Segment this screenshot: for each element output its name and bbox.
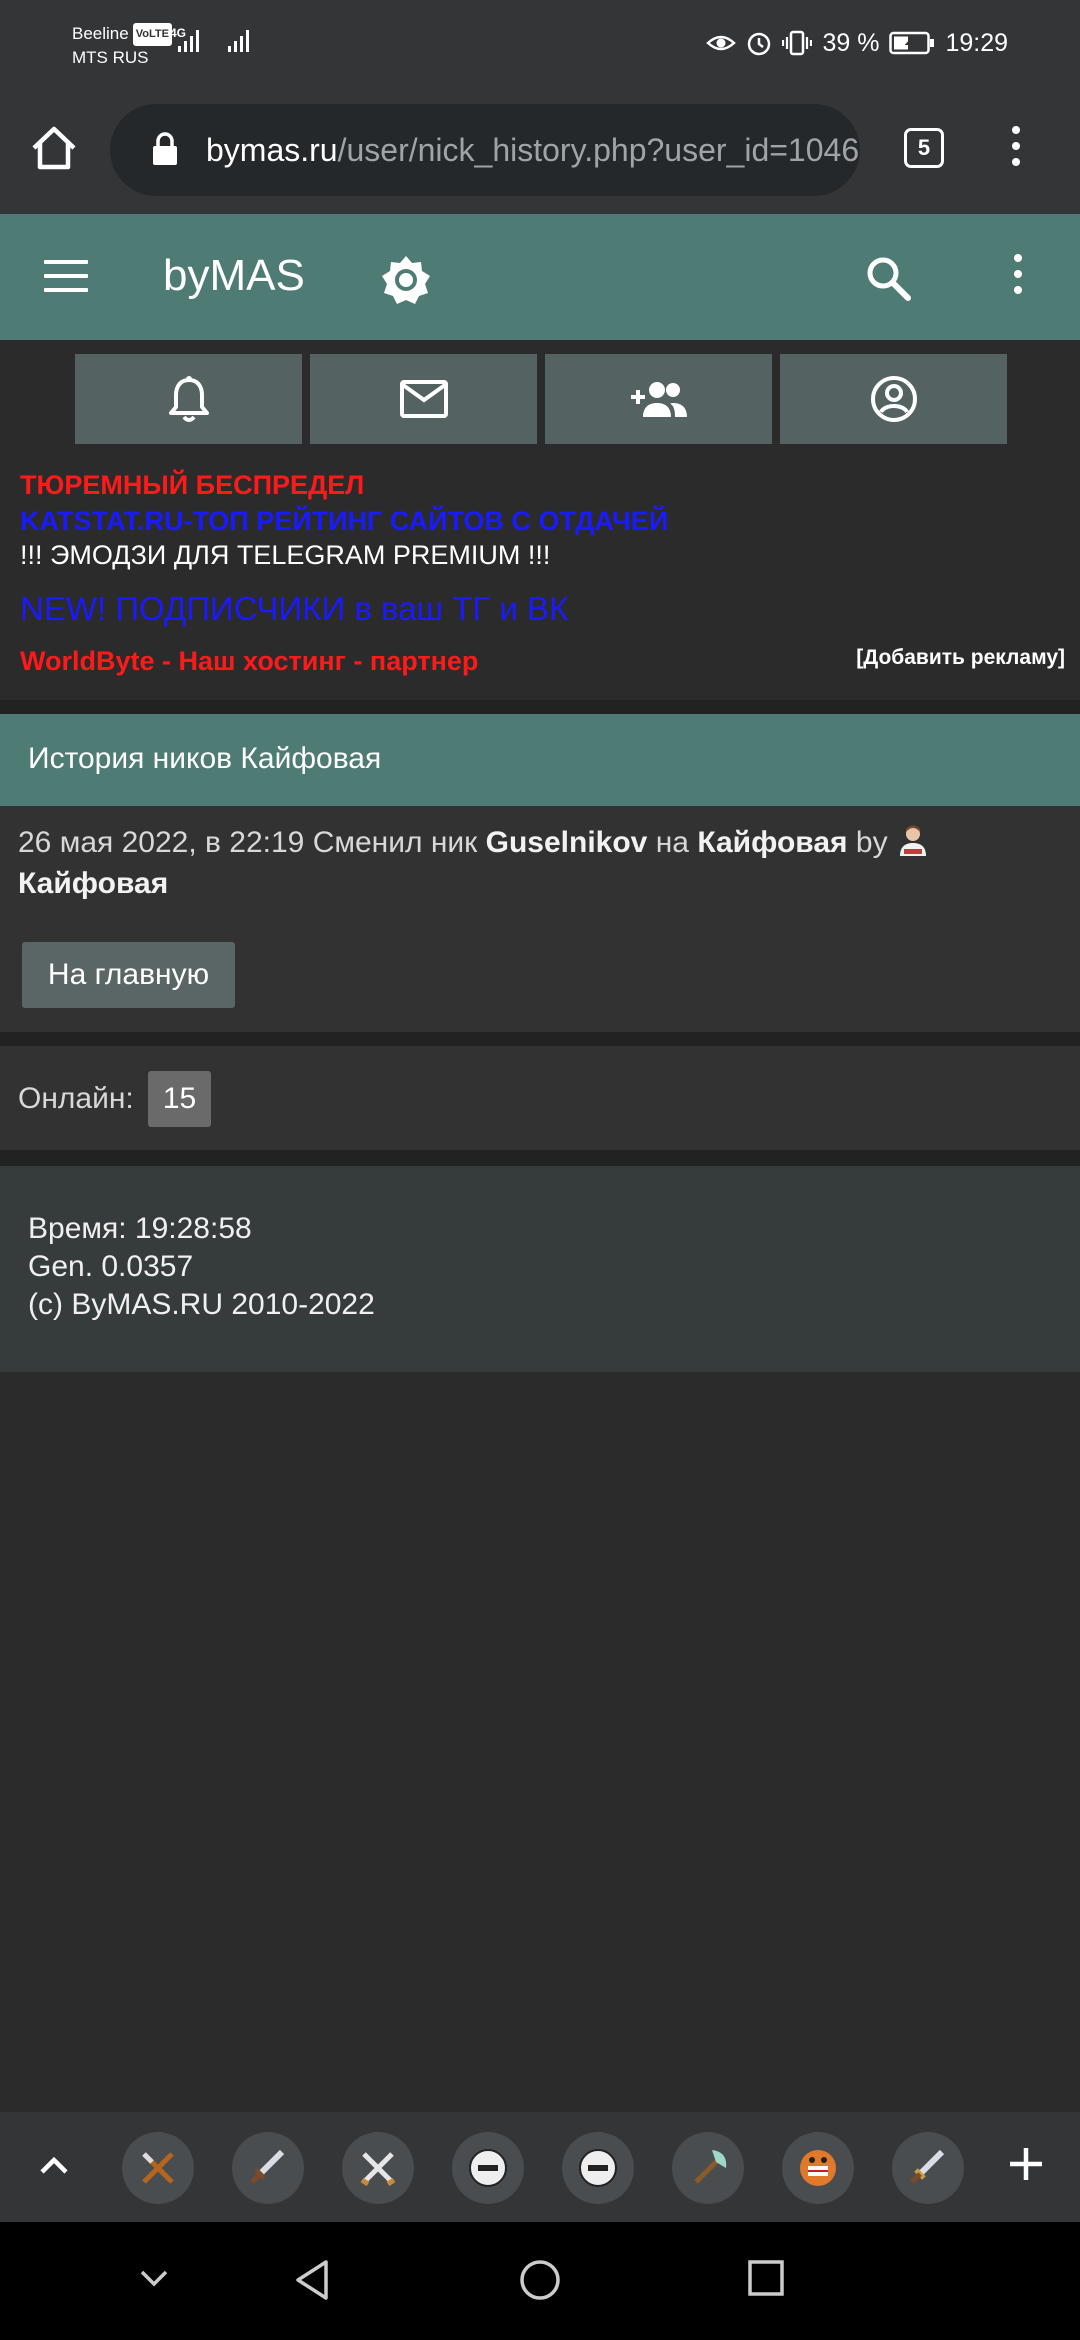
back-icon[interactable]	[292, 2258, 332, 2302]
divider	[0, 1032, 1080, 1046]
mail-icon	[399, 380, 448, 418]
alarm-icon	[748, 32, 771, 56]
notifications-button[interactable]	[75, 354, 302, 444]
entry-action: Сменил ник	[312, 826, 478, 859]
chevron-up-icon[interactable]	[34, 2146, 74, 2186]
signal-icon-2	[228, 26, 254, 52]
sword-icon[interactable]	[892, 2132, 964, 2204]
monster-icon[interactable]	[782, 2132, 854, 2204]
hamburger-icon[interactable]	[44, 260, 88, 294]
user-avatar-icon	[899, 825, 926, 856]
clock: 19:29	[945, 28, 1008, 57]
entry-to: на	[655, 826, 689, 859]
browser-menu-button[interactable]	[1000, 126, 1032, 174]
signal-icon	[178, 26, 204, 52]
crossed-swords-icon[interactable]	[122, 2132, 194, 2204]
url-path: /user/nick_history.php?user_id=1046	[337, 132, 860, 168]
battery-percent: 39 %	[822, 28, 880, 57]
ad-link[interactable]: KATSTAT.RU-ТОП РЕЙТИНГ САЙТОВ С ОТДАЧЕЙ	[20, 506, 668, 537]
helmet-icon[interactable]	[562, 2132, 634, 2204]
crossed-swords-icon[interactable]	[342, 2132, 414, 2204]
by-user-link[interactable]: Кайфовая	[18, 867, 168, 900]
entry-by: by	[855, 826, 888, 859]
add-ad-link[interactable]: [Добавить рекламу]	[856, 646, 1065, 670]
axe-icon[interactable]	[672, 2132, 744, 2204]
brightness-icon[interactable]	[380, 254, 432, 306]
address-bar[interactable]: bymas.ru/user/nick_history.php?user_id=1…	[110, 104, 860, 196]
entry-date: 26 мая 2022, в 22:19	[18, 826, 305, 859]
ad-link[interactable]: NEW! ПОДПИСЧИКИ в ваш ТГ и ВК	[20, 590, 568, 628]
eye-icon	[706, 35, 737, 51]
site-header: byMAS	[0, 214, 1080, 340]
generation-time: Gen. 0.0357	[28, 1250, 194, 1283]
quick-actions	[75, 354, 1007, 444]
system-nav-bar	[0, 2222, 1080, 2340]
site-footer: Время: 19:28:58 Gen. 0.0357 (c) ByMAS.RU…	[0, 1166, 1080, 1372]
add-tab-icon[interactable]	[1004, 2142, 1048, 2186]
server-time: Время: 19:28:58	[28, 1212, 252, 1245]
messages-button[interactable]	[310, 354, 537, 444]
add-friend-icon	[630, 382, 687, 417]
page-title: История ников Кайфовая	[28, 742, 382, 775]
nick-history: 26 мая 2022, в 22:19 Сменил ник Guselnik…	[0, 806, 1080, 1032]
online-block: Онлайн: 15	[0, 1046, 1080, 1150]
site-logo[interactable]: byMAS	[163, 250, 305, 302]
profile-button[interactable]	[780, 354, 1007, 444]
online-label: Онлайн:	[18, 1082, 134, 1115]
copyright: (c) ByMAS.RU 2010-2022	[28, 1288, 375, 1321]
status-bar: Beeline VoLTE MTS RUS 4G 39 % 19:29	[0, 0, 1080, 86]
lock-icon	[153, 132, 177, 165]
account-icon	[870, 376, 917, 422]
recents-icon[interactable]	[746, 2258, 786, 2298]
bottom-toolbar	[0, 2112, 1080, 2222]
home-page-button[interactable]: На главную	[22, 942, 235, 1008]
home-nav-icon[interactable]	[518, 2258, 562, 2302]
browser-toolbar: bymas.ru/user/nick_history.php?user_id=1…	[0, 86, 1080, 214]
old-nick: Guselnikov	[485, 826, 648, 859]
ad-link[interactable]: WorldByte - Наш хостинг - партнер	[20, 646, 478, 677]
more-vert-icon[interactable]	[1008, 254, 1028, 302]
chevron-down-icon[interactable]	[134, 2258, 174, 2298]
battery-icon	[889, 31, 935, 55]
page-title-bar: История ников Кайфовая	[0, 714, 1080, 806]
search-icon[interactable]	[864, 254, 912, 302]
helmet-icon[interactable]	[452, 2132, 524, 2204]
online-count-badge[interactable]: 15	[148, 1071, 211, 1127]
carrier-info: Beeline VoLTE MTS RUS	[72, 22, 172, 69]
history-entry: 26 мая 2022, в 22:19 Сменил ник Guselnik…	[18, 822, 1058, 904]
friends-button[interactable]	[545, 354, 772, 444]
divider	[0, 1150, 1080, 1166]
home-button[interactable]	[26, 120, 82, 176]
url-host: bymas.ru	[206, 132, 338, 168]
sword-icon[interactable]	[232, 2132, 304, 2204]
new-nick: Кайфовая	[697, 826, 848, 859]
ads-block: ТЮРЕМНЫЙ БЕСПРЕДЕЛ KATSTAT.RU-ТОП РЕЙТИН…	[20, 470, 1065, 682]
divider	[0, 700, 1080, 714]
home-icon	[32, 126, 76, 170]
vibrate-icon	[782, 30, 813, 56]
ad-link[interactable]: ТЮРЕМНЫЙ БЕСПРЕДЕЛ	[20, 470, 364, 501]
carrier-secondary: MTS RUS	[72, 48, 149, 67]
carrier-primary: Beeline	[72, 24, 129, 43]
ad-link[interactable]: !!! ЭМОДЗИ ДЛЯ TELEGRAM PREMIUM !!!	[20, 540, 550, 571]
bell-icon	[168, 376, 209, 422]
tab-switcher-button[interactable]: 5	[904, 128, 944, 168]
volte-badge: VoLTE	[132, 23, 172, 46]
